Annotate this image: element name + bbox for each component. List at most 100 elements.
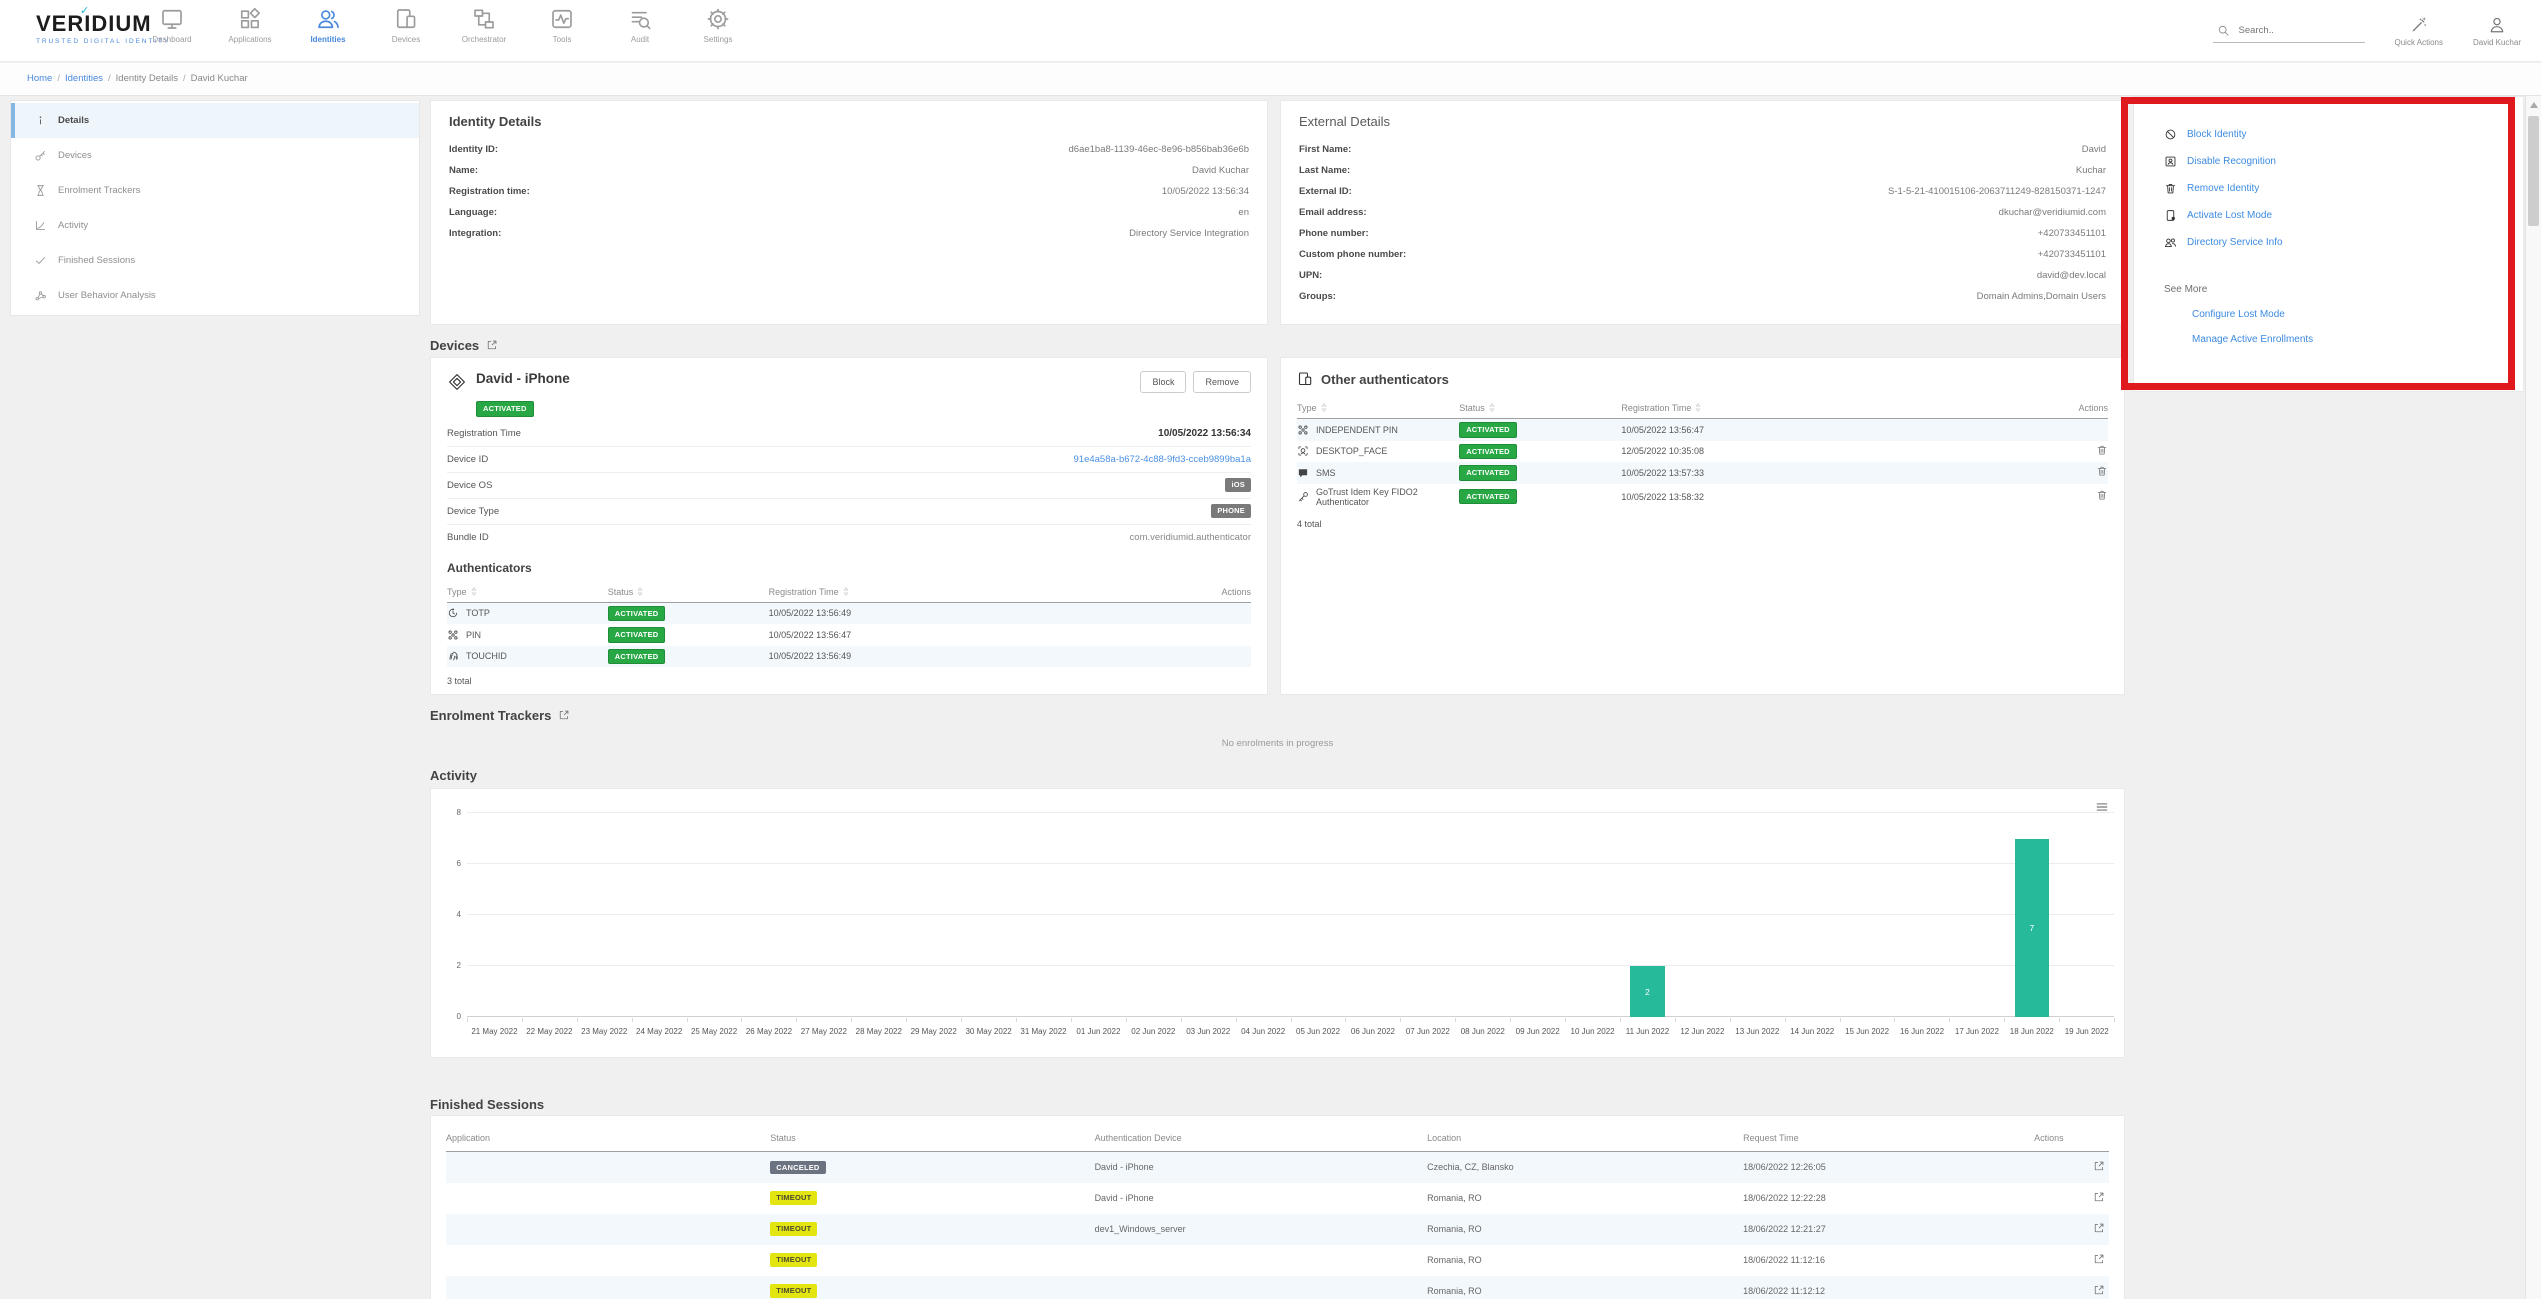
sidebar-item-devices[interactable]: Devices xyxy=(11,138,419,173)
scrollbar-up-arrow[interactable] xyxy=(2530,102,2538,108)
open-session-icon xyxy=(2093,1284,2105,1296)
sort-icon xyxy=(1321,403,1327,412)
chart-bar-slot xyxy=(1346,813,1401,1017)
breadcrumb-current-user: David Kuchar xyxy=(191,73,248,84)
column-header-type[interactable]: Type xyxy=(447,583,608,603)
column-header-request-time[interactable]: Request Time xyxy=(1743,1126,2034,1152)
scrollbar-thumb[interactable] xyxy=(2528,116,2539,226)
column-header-application[interactable]: Application xyxy=(446,1126,770,1152)
breadcrumb-identities[interactable]: Identities xyxy=(65,73,103,84)
nav-item-devices[interactable]: Devices xyxy=(380,7,432,44)
field-row: First Name:David xyxy=(1299,144,2106,165)
enrolment-trackers-title: Enrolment Trackers xyxy=(430,708,551,723)
chart-x-label: 24 May 2022 xyxy=(632,1027,687,1036)
sidebar-item-details[interactable]: Details xyxy=(11,103,419,138)
finished-sessions-header: Finished Sessions xyxy=(430,1096,2125,1112)
wand-icon xyxy=(2410,16,2428,34)
sidebar-item-user-behavior-analysis[interactable]: User Behavior Analysis xyxy=(11,278,419,313)
open-session-button[interactable] xyxy=(2093,1284,2105,1299)
field-label: Integration: xyxy=(449,228,501,239)
activity-bar[interactable]: 2 xyxy=(1630,966,1664,1017)
column-header-type[interactable]: Type xyxy=(1297,399,1459,419)
nav-item-dashboard[interactable]: Dashboard xyxy=(146,7,198,44)
see-more-label: See More xyxy=(2164,284,2523,295)
open-session-button[interactable] xyxy=(2093,1160,2105,1175)
search-input[interactable] xyxy=(2239,25,2361,36)
activate-lost-mode-action[interactable]: Activate Lost Mode xyxy=(2164,202,2523,229)
sidebar-item-enrolment-trackers[interactable]: Enrolment Trackers xyxy=(11,173,419,208)
column-header-status[interactable]: Status xyxy=(770,1126,1094,1152)
sidebar-item-label: Enrolment Trackers xyxy=(58,185,140,196)
device-id-link[interactable]: 91e4a58a-b672-4c88-9fd3-cceb9899ba1a xyxy=(1074,454,1251,465)
column-header-status[interactable]: Status xyxy=(1459,399,1621,419)
nav-item-tools[interactable]: Tools xyxy=(536,7,588,44)
quick-actions-button[interactable]: Quick Actions xyxy=(2395,16,2443,47)
other-authenticators-table: Type Status Registration Time Actions IN… xyxy=(1297,399,2108,510)
sidebar-item-activity[interactable]: Activity xyxy=(11,208,419,243)
sidebar-item-label: Devices xyxy=(58,150,92,161)
session-row: TIMEOUTRomania, RO18/06/2022 11:12:12 xyxy=(446,1276,2109,1299)
delete-authenticator-button[interactable] xyxy=(2096,444,2108,459)
delete-authenticator-button[interactable] xyxy=(2096,489,2108,504)
sidebar-item-label: Details xyxy=(58,115,89,126)
column-header-registration-time[interactable]: Registration Time xyxy=(769,583,1123,603)
open-session-button[interactable] xyxy=(2093,1253,2105,1268)
field-value: David Kuchar xyxy=(1192,165,1249,176)
sidebar-item-finished-sessions[interactable]: Finished Sessions xyxy=(11,243,419,278)
status-badge: ACTIVATED xyxy=(1459,422,1517,438)
breadcrumb-home[interactable]: Home xyxy=(27,73,52,84)
open-enrolment-trackers-icon[interactable] xyxy=(558,709,570,721)
remove-identity-action[interactable]: Remove Identity xyxy=(2164,175,2523,202)
nav-item-applications[interactable]: Applications xyxy=(224,7,276,44)
configure-lost-mode-link[interactable]: Configure Lost Mode xyxy=(2192,309,2523,320)
directory-service-info-action[interactable]: Directory Service Info xyxy=(2164,229,2523,256)
column-header-location[interactable]: Location xyxy=(1427,1126,1743,1152)
chart-bar-slot xyxy=(961,813,1016,1017)
nav-item-audit[interactable]: Audit xyxy=(614,7,666,44)
open-session-icon xyxy=(2093,1191,2105,1203)
delete-authenticator-button[interactable] xyxy=(2096,465,2108,480)
open-session-icon xyxy=(2093,1253,2105,1265)
nav-item-identities[interactable]: Identities xyxy=(302,7,354,44)
column-header-status[interactable]: Status xyxy=(608,583,769,603)
chart-x-label: 15 Jun 2022 xyxy=(1840,1027,1895,1036)
disable-recognition-action[interactable]: Disable Recognition xyxy=(2164,148,2523,175)
breadcrumb-separator: / xyxy=(57,73,60,84)
activity-bar[interactable]: 7 xyxy=(2015,839,2049,1018)
open-session-button[interactable] xyxy=(2093,1222,2105,1237)
nav-item-orchestrator[interactable]: Orchestrator xyxy=(458,7,510,44)
manage-active-enrollments-link[interactable]: Manage Active Enrollments xyxy=(2192,334,2523,345)
chart-x-label: 22 May 2022 xyxy=(522,1027,577,1036)
column-header-authentication-device[interactable]: Authentication Device xyxy=(1095,1126,1428,1152)
nav-item-settings[interactable]: Settings xyxy=(692,7,744,44)
vertical-scrollbar[interactable] xyxy=(2525,96,2541,1299)
block-identity-action[interactable]: Block Identity xyxy=(2164,121,2523,148)
column-header-actions: Actions xyxy=(2034,1126,2109,1152)
other-authenticators-card: Other authenticators Type Status Registr… xyxy=(1280,357,2125,695)
block-icon xyxy=(2164,128,2177,141)
column-header-registration-time[interactable]: Registration Time xyxy=(1621,399,1978,419)
chart-x-label: 11 Jun 2022 xyxy=(1620,1027,1675,1036)
action-label: Directory Service Info xyxy=(2187,237,2283,248)
open-session-icon xyxy=(2093,1222,2105,1234)
open-devices-icon[interactable] xyxy=(486,339,498,351)
chart-bar-slot xyxy=(1675,813,1730,1017)
nav-label: Applications xyxy=(228,35,271,44)
remove-device-button[interactable]: Remove xyxy=(1193,371,1251,393)
pin-icon xyxy=(1297,424,1309,436)
nav-label: Orchestrator xyxy=(462,35,506,44)
field-value: 10/05/2022 13:56:34 xyxy=(1162,186,1249,197)
field-row: Last Name:Kuchar xyxy=(1299,165,2106,186)
field-row: Registration time:10/05/2022 13:56:34 xyxy=(449,186,1249,207)
block-device-button[interactable]: Block xyxy=(1140,371,1186,393)
app-header: VERIDIUM ✓ TRUSTED DIGITAL IDENTITY Dash… xyxy=(0,0,2541,62)
field-row: UPN:david@dev.local xyxy=(1299,270,2106,291)
trash-icon xyxy=(2096,444,2108,456)
open-session-button[interactable] xyxy=(2093,1191,2105,1206)
session-status-badge: TIMEOUT xyxy=(770,1191,817,1205)
chart-x-label: 18 Jun 2022 xyxy=(2004,1027,2059,1036)
status-badge: ACTIVATED xyxy=(1459,444,1517,460)
user-menu[interactable]: David Kuchar xyxy=(2473,16,2521,47)
session-row: TIMEOUTdev1_Windows_serverRomania, RO18/… xyxy=(446,1214,2109,1245)
finished-sessions-table: Application Status Authentication Device… xyxy=(446,1126,2109,1299)
